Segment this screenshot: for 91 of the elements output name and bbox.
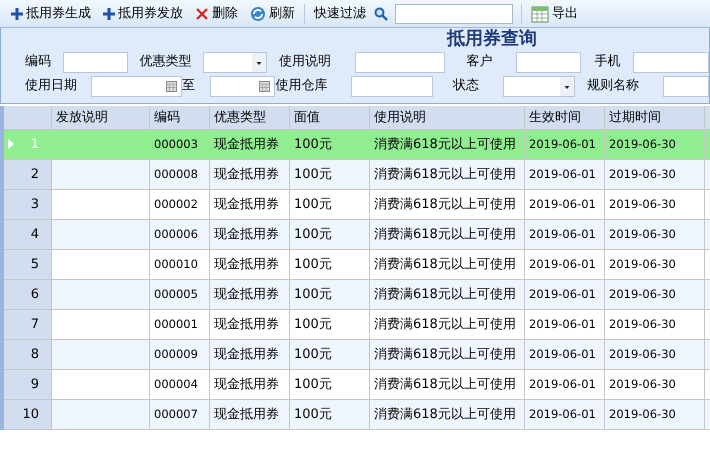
table-cell: 现金抵用券 [210, 160, 290, 190]
table-cell: 现金抵用券 [210, 220, 290, 250]
table-cell: 100元 [290, 220, 370, 250]
row-number[interactable]: 7 [4, 310, 52, 340]
table-cell: 2019-06-30 [605, 160, 705, 190]
toolbar-button[interactable]: 刷新 [245, 2, 300, 26]
field-label: 规则名称 [587, 77, 640, 96]
date-field[interactable] [91, 76, 182, 96]
row-number[interactable]: 5 [4, 250, 52, 280]
table-cell: 2019-06-30 [605, 400, 705, 430]
field-label: 状态 [452, 77, 480, 96]
refresh-icon [250, 6, 266, 22]
column-header[interactable]: 过期时间 [605, 106, 705, 130]
field-label: 使用说明 [279, 53, 332, 72]
field-label: 至 [182, 77, 196, 96]
column-header[interactable]: 发放说明 [52, 106, 150, 130]
table-cell: 消费满618元以上可使用 [370, 280, 525, 310]
row-number[interactable]: 3 [4, 190, 52, 220]
table-cell: 消费满618元以上可使用 [370, 340, 525, 370]
input-field[interactable] [351, 76, 434, 96]
table-cell: 2019-06-01 [525, 220, 605, 250]
field-label: 客户 [466, 53, 494, 72]
column-header[interactable]: 编码 [150, 106, 210, 130]
filter-label: 快速过滤 [312, 4, 367, 23]
table-cell: 2019-06-01 [525, 130, 605, 160]
dropdown-field[interactable] [502, 76, 576, 96]
table-cell: 2019-06-01 [525, 280, 605, 310]
row-header [4, 106, 52, 130]
table-cell: 现金抵用券 [210, 130, 290, 160]
table-cell: 消费满618元以上可使用 [370, 400, 525, 430]
table-cell: 000008 [150, 160, 210, 190]
input-field[interactable] [63, 52, 128, 72]
table-cell: 2019-06-01 [525, 160, 605, 190]
column-header[interactable]: 使用说明 [370, 106, 525, 130]
table-cell: 消费满618元以上可使用 [370, 160, 525, 190]
table-cell: 消费满618元以上可使用 [370, 130, 525, 160]
table-cell: 100元 [290, 130, 370, 160]
table-cell: 2019-06-30 [605, 280, 705, 310]
table-cell: 2019-06-30 [605, 220, 705, 250]
plus-icon [11, 8, 23, 20]
table-cell: 现金抵用券 [210, 340, 290, 370]
row-number[interactable]: 6 [4, 280, 52, 310]
column-header[interactable]: 生效时间 [525, 106, 605, 130]
table-cell: 消费满618元以上可使用 [370, 220, 525, 250]
input-field[interactable] [516, 52, 582, 72]
table-cell: 现金抵用券 [210, 400, 290, 430]
toolbar-button[interactable]: 导出 [526, 2, 583, 26]
table-cell: 000005 [150, 280, 210, 310]
row-number[interactable]: 9 [4, 370, 52, 400]
spreadsheet-icon [531, 4, 549, 22]
field-label: 使用仓库 [275, 77, 328, 96]
row-number[interactable]: 2 [4, 160, 52, 190]
field-label: 使用日期 [25, 77, 78, 96]
calendar-icon[interactable] [259, 80, 270, 92]
table-cell: 100元 [290, 400, 370, 430]
plus-icon [103, 8, 115, 20]
field-label: 编码 [25, 53, 52, 72]
column-header[interactable]: 优惠类型 [210, 106, 290, 130]
table-cell: 100元 [290, 280, 370, 310]
row-number[interactable]: 4 [4, 220, 52, 250]
panel-title: 抵用券查询 [446, 28, 538, 50]
input-field[interactable] [632, 52, 710, 72]
table-cell: 2019-06-01 [525, 400, 605, 430]
table-cell: 000003 [150, 130, 210, 160]
toolbar-button[interactable]: 抵用券生成 [6, 2, 96, 26]
table-cell: 2019-06-30 [605, 130, 705, 160]
input-field[interactable] [355, 52, 445, 72]
date-field[interactable] [210, 76, 276, 96]
table-cell: 000007 [150, 400, 210, 430]
field-label: 优惠类型 [140, 53, 193, 72]
table-cell: 000006 [150, 220, 210, 250]
row-number[interactable]: 10 [4, 400, 52, 430]
caret-icon [252, 52, 266, 72]
table-cell: 现金抵用券 [210, 280, 290, 310]
search-icon[interactable] [373, 6, 389, 22]
table-cell: 2019-06-01 [525, 340, 605, 370]
field-label: 手机 [594, 53, 622, 72]
close-icon [195, 6, 209, 20]
quick-filter-field[interactable] [395, 4, 513, 24]
table-cell: 000009 [150, 340, 210, 370]
column-header[interactable]: 面值 [290, 106, 370, 130]
table-cell: 100元 [290, 340, 370, 370]
input-field[interactable] [663, 76, 709, 96]
calendar-icon[interactable] [166, 80, 178, 92]
toolbar-button[interactable]: 删除 [190, 2, 243, 26]
table-cell: 2019-06-30 [605, 340, 705, 370]
caret-icon [560, 76, 574, 96]
table-cell: 100元 [290, 160, 370, 190]
toolbar-button[interactable]: 抵用券发放 [98, 2, 188, 26]
row-number[interactable]: 8 [4, 340, 52, 370]
dropdown-field[interactable] [202, 52, 268, 72]
